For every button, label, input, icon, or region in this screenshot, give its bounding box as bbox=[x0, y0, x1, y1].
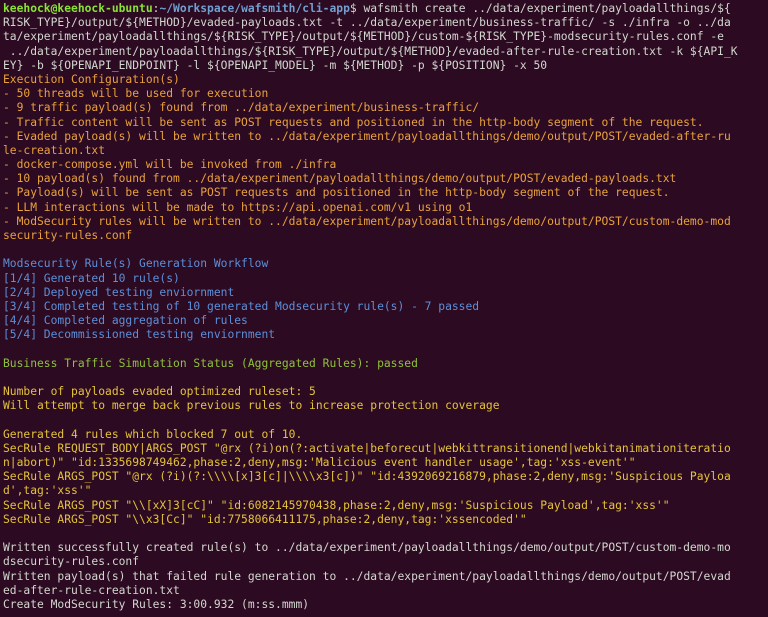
workflow-step: [2/4] Deployed testing enviornment bbox=[3, 285, 235, 299]
config-line: - 50 threads will be used for execution bbox=[3, 87, 269, 101]
config-line: - Evaded payload(s) will be written to .… bbox=[3, 129, 731, 143]
workflow-step: [4/4] Completed aggregation of rules bbox=[3, 314, 248, 328]
output-line: ed-after-rule-creation.txt bbox=[3, 583, 180, 597]
output-line: Written successfully created rule(s) to … bbox=[3, 541, 731, 555]
evasion-summary-line: Will attempt to merge back previous rule… bbox=[3, 399, 500, 413]
workflow-step: [5/4] Decommissioned testing enviornment bbox=[3, 328, 276, 342]
config-line: - docker-compose.yml will be invoked fro… bbox=[3, 158, 337, 172]
output-line: Create ModSecurity Rules: 3:00.932 (m:ss… bbox=[3, 597, 310, 611]
prompt-path: ~/Workspace/wafsmith/cli-app bbox=[159, 2, 350, 15]
secrule-line: n|abort)" "id:1335698749462,phase:2,deny… bbox=[3, 456, 636, 469]
config-line: le-creation.txt bbox=[3, 143, 106, 157]
workflow-step: [3/4] Completed testing of 10 generated … bbox=[3, 299, 480, 313]
config-line: - 9 traffic payload(s) found from ../dat… bbox=[3, 101, 480, 115]
config-heading: Execution Configuration(s) bbox=[3, 72, 180, 86]
workflow-heading: Modsecurity Rule(s) Generation Workflow bbox=[3, 257, 269, 271]
secrule-line: SecRule ARGS_POST "\\x3[Cc]" "id:7758066… bbox=[3, 512, 527, 526]
simulation-status: Business Traffic Simulation Status (Aggr… bbox=[3, 356, 418, 370]
secrule-line: SecRule REQUEST_BODY|ARGS_POST "@rx (?i)… bbox=[3, 441, 731, 455]
secrule-line: SecRule ARGS_POST "\\[xX]3[cC]" "id:6082… bbox=[3, 498, 670, 512]
command-line: keehock@keehock-ubuntu:~/Workspace/wafsm… bbox=[3, 2, 765, 16]
command-line: RISK_TYPE}/output/${METHOD}/evaded-paylo… bbox=[3, 16, 731, 30]
prompt-dollar: $ bbox=[349, 2, 357, 15]
output-line: Written payload(s) that failed rule gene… bbox=[3, 569, 731, 583]
secrule-line: d',tag:'xss'" bbox=[3, 484, 92, 498]
evasion-summary-line: Number of payloads evaded optimized rule… bbox=[3, 385, 316, 399]
command-line: ../data/experiment/payloadallthings/${RI… bbox=[3, 44, 738, 58]
config-line: - Payload(s) will be sent as POST reques… bbox=[3, 186, 670, 200]
command-line: EY} -b ${OPENAPI_ENDPOINT} -l ${OPENAPI_… bbox=[3, 58, 548, 72]
rules-summary: Generated 4 rules which blocked 7 out of… bbox=[3, 427, 303, 441]
workflow-step: [1/4] Generated 10 rule(s) bbox=[3, 271, 180, 285]
config-line: security-rules.conf bbox=[3, 229, 133, 242]
prompt-user-host: keehock@keehock-ubuntu bbox=[3, 2, 153, 15]
output-line: dsecurity-rules.conf bbox=[3, 555, 140, 569]
terminal-window[interactable]: keehock@keehock-ubuntu:~/Workspace/wafsm… bbox=[0, 0, 768, 617]
config-line: - Traffic content will be sent as POST r… bbox=[3, 115, 704, 129]
secrule-line: SecRule ARGS_POST "@rx (?i)(?:\\\\[x]3[c… bbox=[3, 470, 731, 484]
command-line: ta/experiment/payloadallthings/${RISK_TY… bbox=[3, 30, 724, 44]
config-line: - 10 payload(s) found from ../data/exper… bbox=[3, 172, 677, 186]
command-text: wafsmith create ../data/experiment/paylo… bbox=[356, 2, 731, 15]
config-line: - LLM interactions will be made to https… bbox=[3, 200, 473, 214]
config-line: - ModSecurity rules will be written to .… bbox=[3, 214, 731, 228]
